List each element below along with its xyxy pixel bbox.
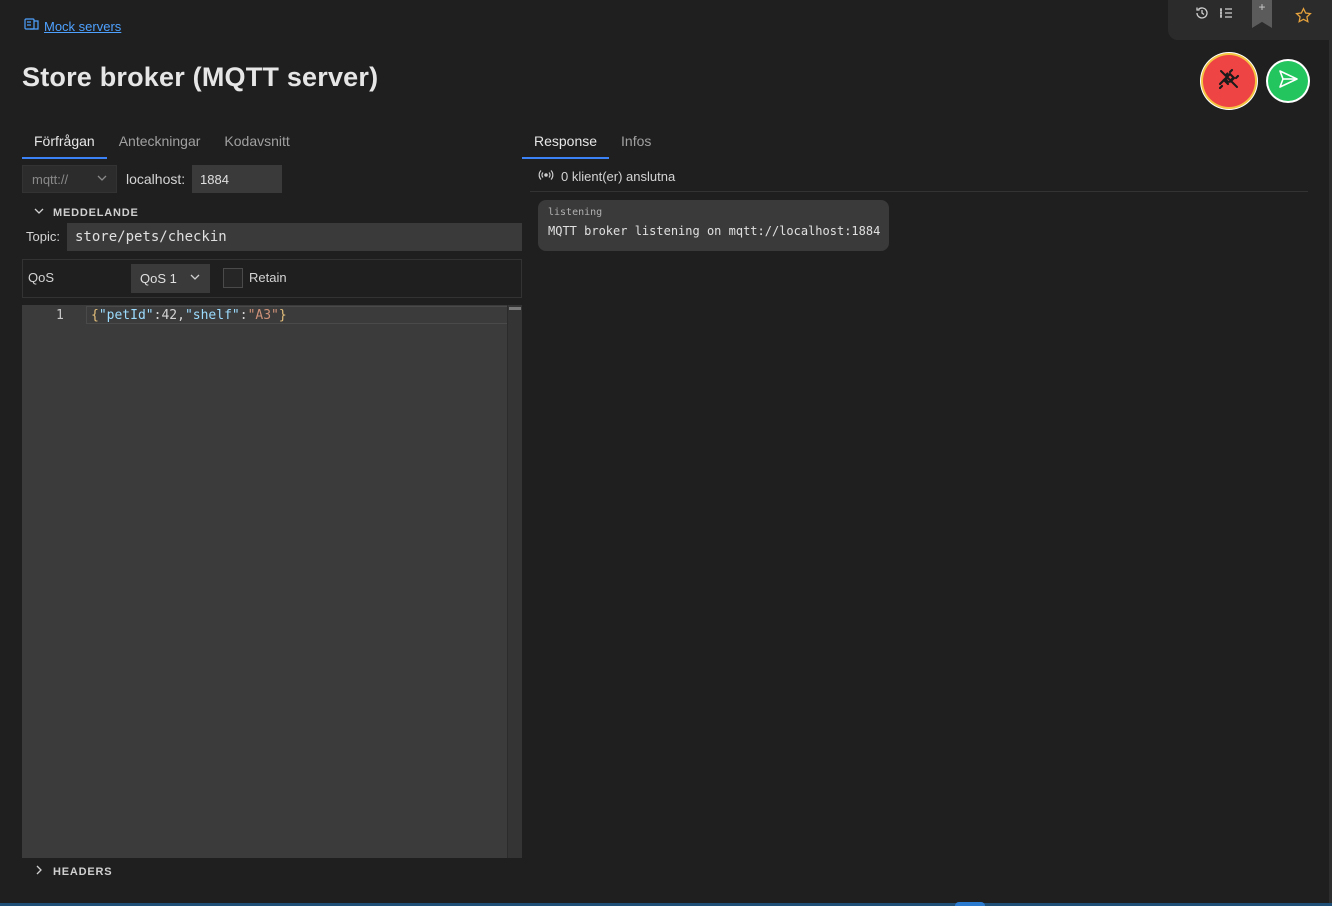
code-line[interactable]: {"petId":42,"shelf":"A3"} bbox=[91, 308, 287, 323]
history-icon[interactable] bbox=[1193, 4, 1211, 22]
chevron-down-icon bbox=[189, 271, 201, 286]
code-token: : bbox=[239, 308, 248, 323]
chevron-right-icon bbox=[33, 864, 45, 879]
chevron-down-icon bbox=[33, 205, 45, 220]
send-button[interactable] bbox=[1268, 61, 1308, 101]
status-indicator bbox=[955, 902, 985, 906]
clients-status: 0 klient(er) anslutna bbox=[538, 169, 675, 184]
tab-request[interactable]: Förfrågan bbox=[22, 129, 107, 159]
qos-value: QoS 1 bbox=[140, 271, 177, 286]
top-toolbar: + bbox=[1168, 0, 1330, 40]
topic-input[interactable] bbox=[67, 223, 522, 251]
mock-server-icon bbox=[24, 17, 40, 36]
message-section-label: MEDDELANDE bbox=[53, 206, 139, 219]
clients-count-text: 0 klient(er) anslutna bbox=[561, 169, 676, 184]
breadcrumb[interactable]: Mock servers bbox=[24, 17, 121, 36]
star-icon[interactable] bbox=[1294, 6, 1312, 24]
qos-label: QoS bbox=[28, 270, 55, 285]
topic-label: Topic: bbox=[26, 229, 60, 244]
divider bbox=[530, 191, 1308, 192]
plug-disconnect-icon bbox=[1215, 65, 1243, 98]
tab-snippets[interactable]: Kodavsnitt bbox=[212, 129, 301, 155]
editor-scrollbar[interactable] bbox=[507, 305, 522, 858]
log-message: listening MQTT broker listening on mqtt:… bbox=[538, 200, 889, 251]
bookmark-plus-label: + bbox=[1258, 0, 1266, 14]
code-token: } bbox=[278, 308, 287, 323]
line-number: 1 bbox=[56, 308, 64, 323]
port-input[interactable] bbox=[192, 165, 282, 193]
bookmark-add-icon[interactable]: + bbox=[1252, 0, 1272, 28]
headers-section-toggle[interactable]: HEADERS bbox=[33, 864, 112, 879]
scheme-value: mqtt:// bbox=[32, 171, 69, 187]
qos-select[interactable]: QoS 1 bbox=[131, 264, 210, 293]
editor-gutter bbox=[22, 305, 82, 858]
disconnect-button[interactable] bbox=[1203, 55, 1255, 107]
code-token: "A3" bbox=[247, 308, 279, 323]
log-tag: listening bbox=[548, 207, 603, 218]
headers-section-label: HEADERS bbox=[53, 865, 113, 878]
chevron-down-icon bbox=[96, 172, 108, 187]
retain-checkbox[interactable] bbox=[223, 268, 243, 288]
request-tabs: Förfrågan Anteckningar Kodavsnitt bbox=[22, 129, 302, 159]
code-token: , bbox=[177, 308, 185, 323]
message-section-toggle[interactable]: MEDDELANDE bbox=[33, 205, 139, 220]
retain-label: Retain bbox=[249, 270, 287, 285]
code-token: "shelf" bbox=[184, 308, 240, 323]
log-text: MQTT broker listening on mqtt://localhos… bbox=[548, 224, 881, 238]
code-token: 42 bbox=[161, 308, 178, 323]
list-icon[interactable] bbox=[1217, 4, 1235, 22]
payload-editor[interactable]: 1 {"petId":42,"shelf":"A3"} bbox=[22, 305, 522, 858]
host-label: localhost: bbox=[126, 171, 186, 187]
broadcast-icon bbox=[538, 169, 554, 184]
tab-notes[interactable]: Anteckningar bbox=[107, 129, 213, 155]
editor-scrollbar-thumb[interactable] bbox=[509, 307, 521, 310]
response-tabs: Response Infos bbox=[522, 129, 663, 159]
code-token: "petId" bbox=[98, 308, 154, 323]
page-title: Store broker (MQTT server) bbox=[22, 62, 379, 92]
tab-response[interactable]: Response bbox=[522, 129, 610, 159]
code-token: { bbox=[91, 308, 99, 323]
breadcrumb-link[interactable]: Mock servers bbox=[44, 19, 121, 34]
tab-infos[interactable]: Infos bbox=[609, 129, 663, 155]
send-icon bbox=[1277, 68, 1299, 95]
qos-row: QoS QoS 1 Retain bbox=[22, 259, 522, 298]
scheme-select[interactable]: mqtt:// bbox=[22, 165, 117, 193]
